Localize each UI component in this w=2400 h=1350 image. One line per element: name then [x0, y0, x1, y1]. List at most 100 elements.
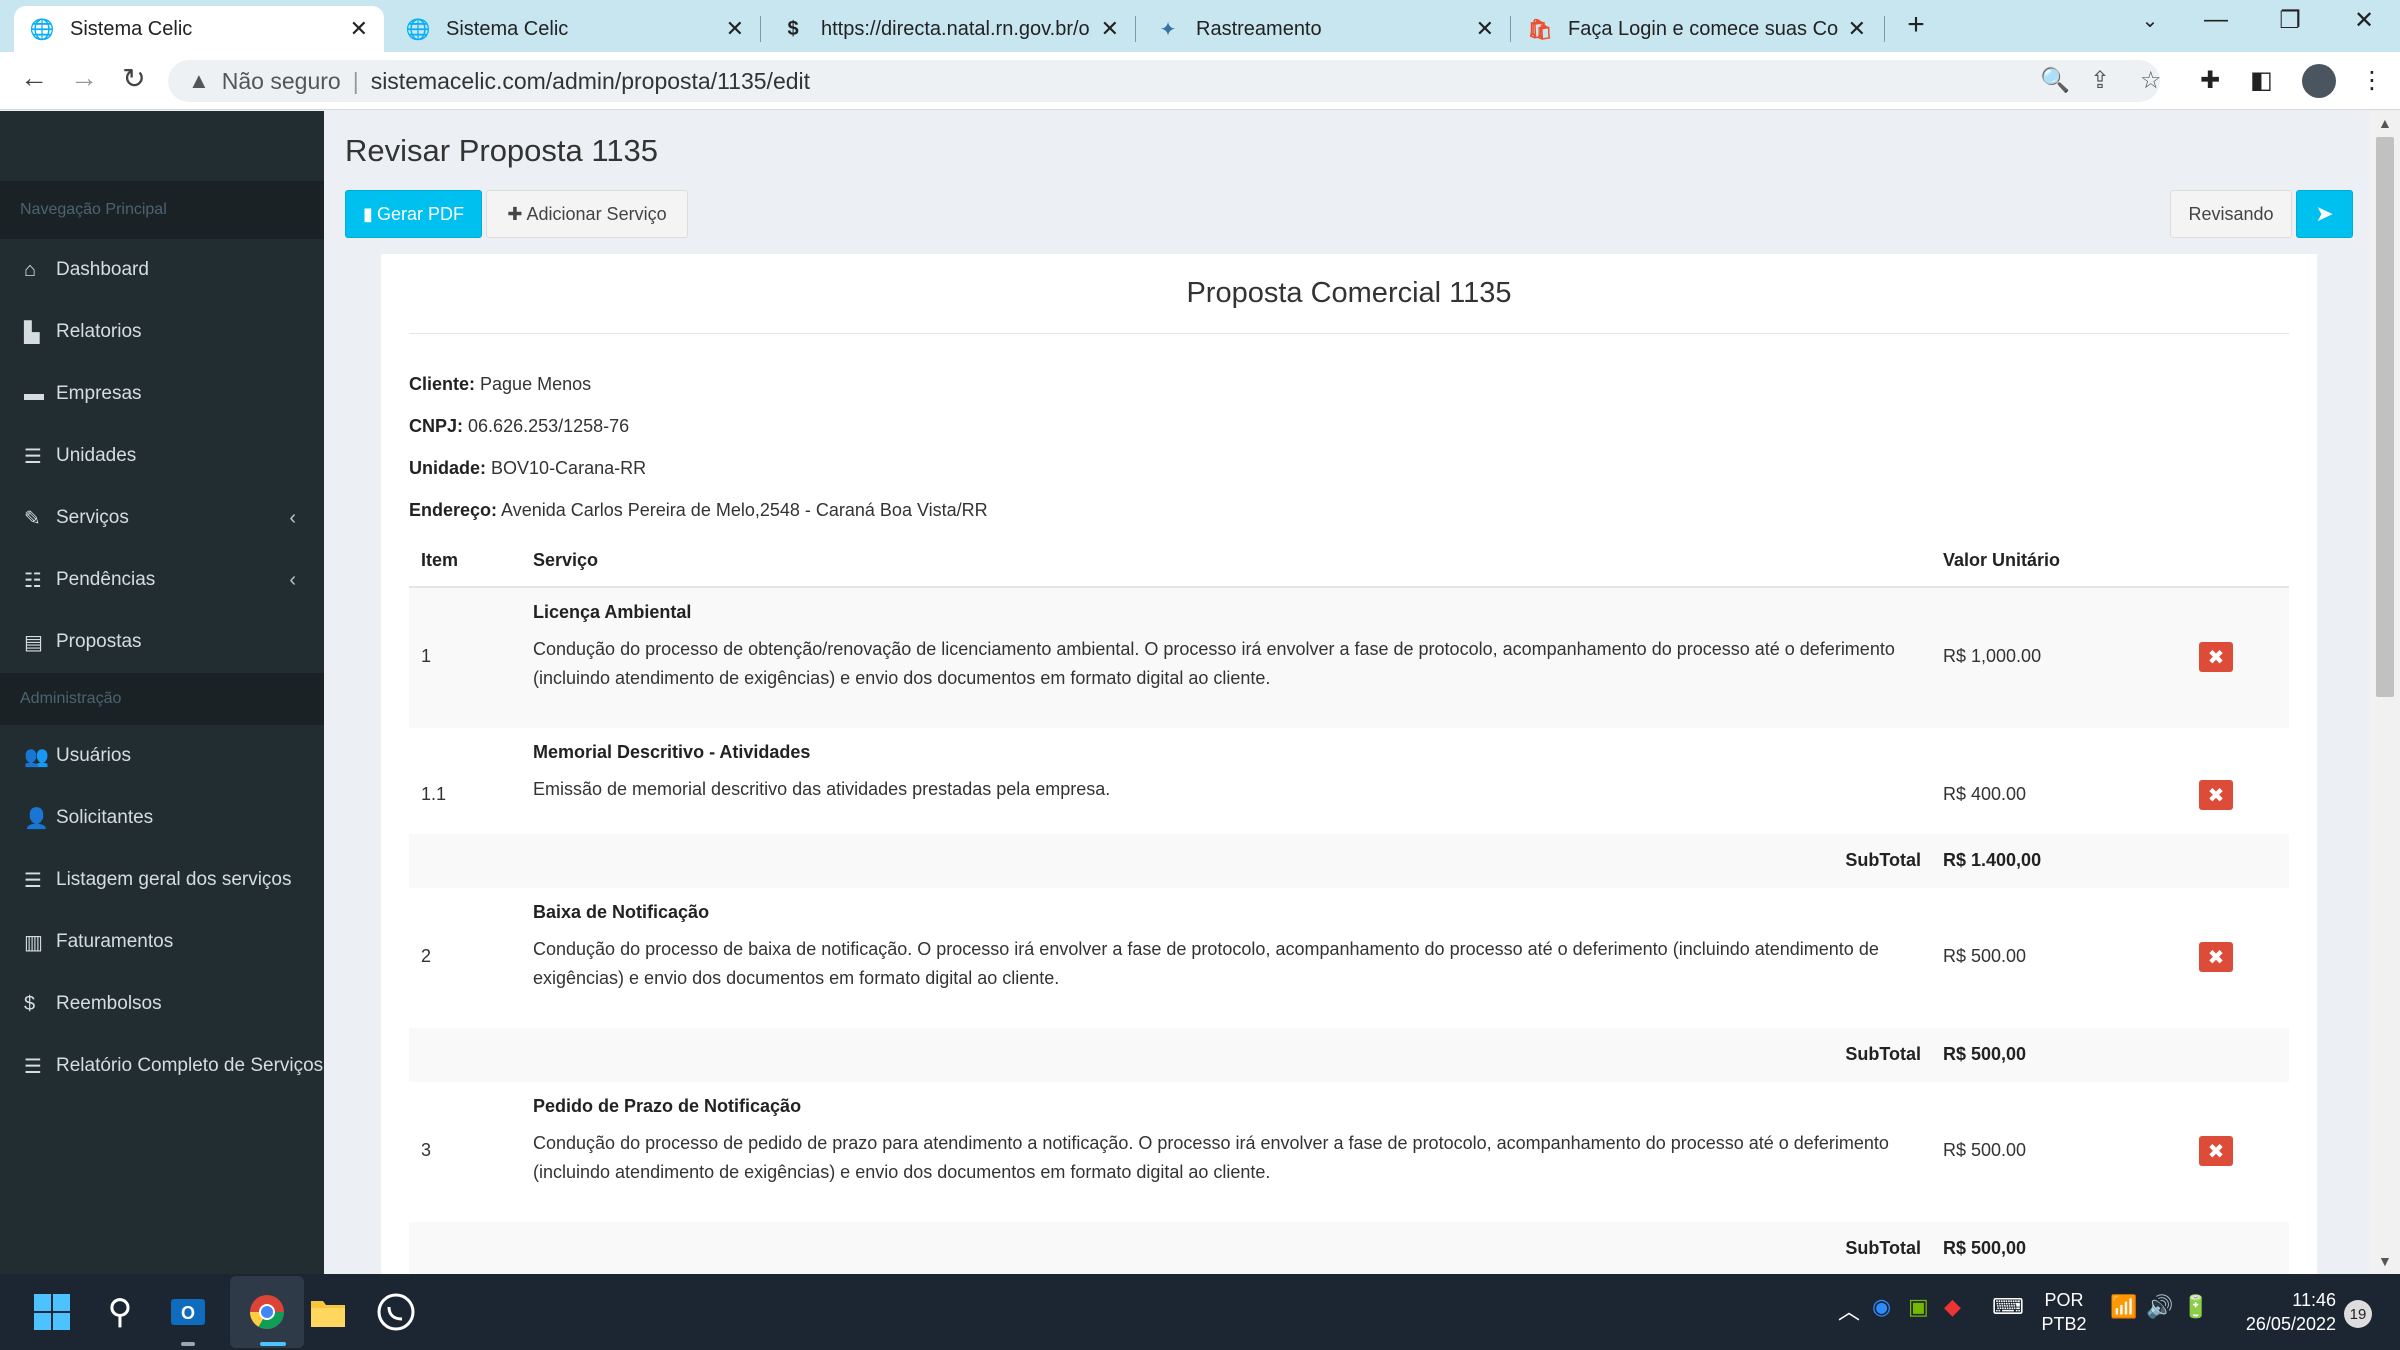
sidebar-item-dashboard[interactable]: ⌂ Dashboard: [0, 239, 324, 301]
sidebar-item-empresas[interactable]: ▬ Empresas: [0, 363, 324, 425]
delete-service-button[interactable]: ✖: [2199, 780, 2233, 810]
bookmark-star-icon[interactable]: ☆: [2140, 66, 2162, 95]
side-panel-icon[interactable]: ◧: [2250, 66, 2273, 95]
tab-sistema-celic[interactable]: 🌐 Sistema Celic ✕: [390, 6, 760, 52]
tab-rastreamento[interactable]: ✦ Rastreamento ✕: [1140, 6, 1510, 52]
share-icon[interactable]: ⇪: [2090, 66, 2110, 95]
anydesk-icon[interactable]: ◆: [1944, 1294, 1961, 1320]
menu-icon[interactable]: ⋮: [2360, 66, 2384, 95]
close-icon[interactable]: ✕: [1476, 16, 1494, 42]
sidebar-item-relatório-completo-de-serviços[interactable]: ☰ Relatório Completo de Serviços: [0, 1035, 324, 1097]
send-button[interactable]: ➤: [2296, 190, 2353, 238]
delete-service-button[interactable]: ✖: [2199, 642, 2233, 672]
close-icon[interactable]: ✕: [1848, 16, 1866, 42]
generate-pdf-button[interactable]: ▮ Gerar PDF: [345, 190, 482, 238]
search-icon[interactable]: ⚲: [96, 1288, 144, 1336]
sidebar-item-usuários[interactable]: 👥 Usuários: [0, 725, 324, 787]
tab-search-icon[interactable]: ⌄: [2130, 8, 2170, 33]
sidebar-item-propostas[interactable]: ▤ Propostas: [0, 611, 324, 673]
subtotal-label: SubTotal: [1845, 850, 1921, 870]
browser-tab-bar: 🌐 Sistema Celic ✕ 🌐 Sistema Celic ✕ $ ht…: [0, 0, 2400, 52]
forward-button[interactable]: →: [64, 62, 104, 94]
battery-icon[interactable]: 🔋: [2182, 1294, 2209, 1320]
page-title: Revisar Proposta 1135: [345, 133, 659, 168]
back-button[interactable]: ←: [14, 62, 54, 94]
add-service-button[interactable]: ✚ Adicionar Serviço: [486, 190, 688, 238]
wifi-icon[interactable]: 📶: [2110, 1294, 2137, 1320]
keyboard-icon[interactable]: ⌨: [1992, 1294, 2024, 1320]
unit-value: R$ 500.00: [1943, 946, 2027, 966]
tab-sistema-celic-active[interactable]: 🌐 Sistema Celic ✕: [14, 6, 384, 52]
extensions-icon[interactable]: ✚: [2200, 66, 2220, 95]
not-secure-label[interactable]: Não seguro: [222, 68, 341, 95]
sidebar-item-reembolsos[interactable]: $ Reembolsos: [0, 973, 324, 1035]
scroll-up-icon[interactable]: ▲: [2378, 115, 2392, 131]
sidebar-section-main: Navegação Principal: [0, 181, 324, 239]
file-icon: ▮: [363, 203, 373, 224]
address-bar[interactable]: ▲ Não seguro | sistemacelic.com/admin/pr…: [168, 60, 2160, 102]
minimize-button[interactable]: —: [2196, 6, 2236, 34]
profile-avatar[interactable]: [2302, 64, 2336, 98]
close-icon[interactable]: ✕: [350, 16, 368, 42]
zoom-icon[interactable]: 🔍: [2040, 66, 2070, 95]
sidebar-item-label: Dashboard: [56, 259, 149, 280]
delete-service-button[interactable]: ✖: [2199, 1136, 2233, 1166]
sidebar-item-solicitantes[interactable]: 👤 Solicitantes: [0, 787, 324, 849]
sidebar-item-label: Serviços: [56, 507, 129, 528]
tasks-icon: ☷: [24, 569, 42, 592]
teamviewer-icon[interactable]: ◉: [1872, 1294, 1891, 1320]
sidebar-item-serviços[interactable]: ✎ Serviços ‹: [0, 487, 324, 549]
whatsapp-icon[interactable]: [372, 1288, 420, 1336]
service-cell: Pedido de Prazo de Notificação Condução d…: [533, 1096, 1923, 1187]
main-content: Revisar Proposta 1135 ▮ Gerar PDF ✚ Adic…: [324, 111, 2370, 1276]
unit-value: R$ 1,000.00: [1943, 646, 2042, 666]
file-explorer-icon[interactable]: [304, 1288, 352, 1336]
warning-icon[interactable]: ▲: [188, 68, 210, 94]
sidebar-item-label: Faturamentos: [56, 931, 174, 952]
window-close-button[interactable]: ✕: [2344, 6, 2384, 35]
sidebar-item-unidades[interactable]: ☰ Unidades: [0, 425, 324, 487]
dollar-icon: $: [787, 17, 799, 40]
new-tab-button[interactable]: +: [1896, 8, 1936, 42]
scroll-thumb[interactable]: [2376, 137, 2394, 697]
status-button[interactable]: Revisando: [2170, 190, 2292, 238]
input-language[interactable]: POR PTB2: [2036, 1288, 2092, 1336]
tab-directa[interactable]: $ https://directa.natal.rn.gov.br/op ✕: [765, 6, 1135, 52]
close-icon[interactable]: ✕: [1101, 16, 1119, 42]
volume-icon[interactable]: 🔊: [2146, 1294, 2173, 1320]
close-icon[interactable]: ✕: [726, 16, 744, 42]
sidebar-item-label: Propostas: [56, 631, 142, 652]
col-item: Item: [421, 550, 459, 570]
clock[interactable]: 11:46 26/05/2022: [2226, 1288, 2336, 1336]
sidebar-item-relatorios[interactable]: ▙ Relatorios: [0, 301, 324, 363]
sidebar-item-label: Usuários: [56, 745, 131, 766]
nvidia-icon[interactable]: ▣: [1908, 1294, 1929, 1320]
delete-service-button[interactable]: ✖: [2199, 942, 2233, 972]
service-name: Baixa de Notificação: [533, 902, 710, 922]
sidebar-item-label: Relatório Completo de Serviços: [56, 1055, 324, 1076]
service-cell: Licença Ambiental Condução do processo de…: [533, 602, 1923, 693]
generate-pdf-label: Gerar PDF: [376, 203, 464, 224]
outlook-icon[interactable]: O: [164, 1288, 212, 1336]
subtotal-value: R$ 500,00: [1943, 1238, 2027, 1258]
card-icon: ▤: [24, 631, 43, 654]
sidebar-item-pendências[interactable]: ☷ Pendências ‹: [0, 549, 324, 611]
chrome-icon[interactable]: [243, 1288, 291, 1336]
scroll-down-icon[interactable]: ▼: [2378, 1253, 2392, 1269]
sidebar-item-listagem-geral-dos-serviços[interactable]: ☰ Listagem geral dos serviços: [0, 849, 324, 911]
url-text[interactable]: sistemacelic.com/admin/proposta/1135/edi…: [371, 68, 810, 95]
tab-shopee[interactable]: 🛍 Faça Login e comece suas Compr ✕: [1512, 6, 1882, 52]
sidebar-item-faturamentos[interactable]: ▥ Faturamentos: [0, 911, 324, 973]
page-scrollbar[interactable]: ▲ ▼: [2370, 111, 2400, 1274]
maximize-button[interactable]: ❐: [2270, 6, 2310, 35]
windows-start-icon[interactable]: [28, 1288, 76, 1336]
unit-value: R$ 500.00: [1943, 1140, 2027, 1160]
client-info: Cliente: Pague Menos: [409, 374, 591, 395]
show-hidden-icons[interactable]: ︿: [1838, 1294, 1860, 1326]
item-number: 3: [421, 1140, 432, 1160]
service-description: Condução do processo de pedido de prazo …: [533, 1133, 1889, 1182]
reload-button[interactable]: ↻: [114, 62, 154, 95]
notification-badge[interactable]: 19: [2344, 1300, 2372, 1328]
service-cell: Baixa de Notificação Condução do processo…: [533, 902, 1923, 993]
proposal-document: Proposta Comercial 1135 Cliente: Pague M…: [381, 254, 2317, 1276]
